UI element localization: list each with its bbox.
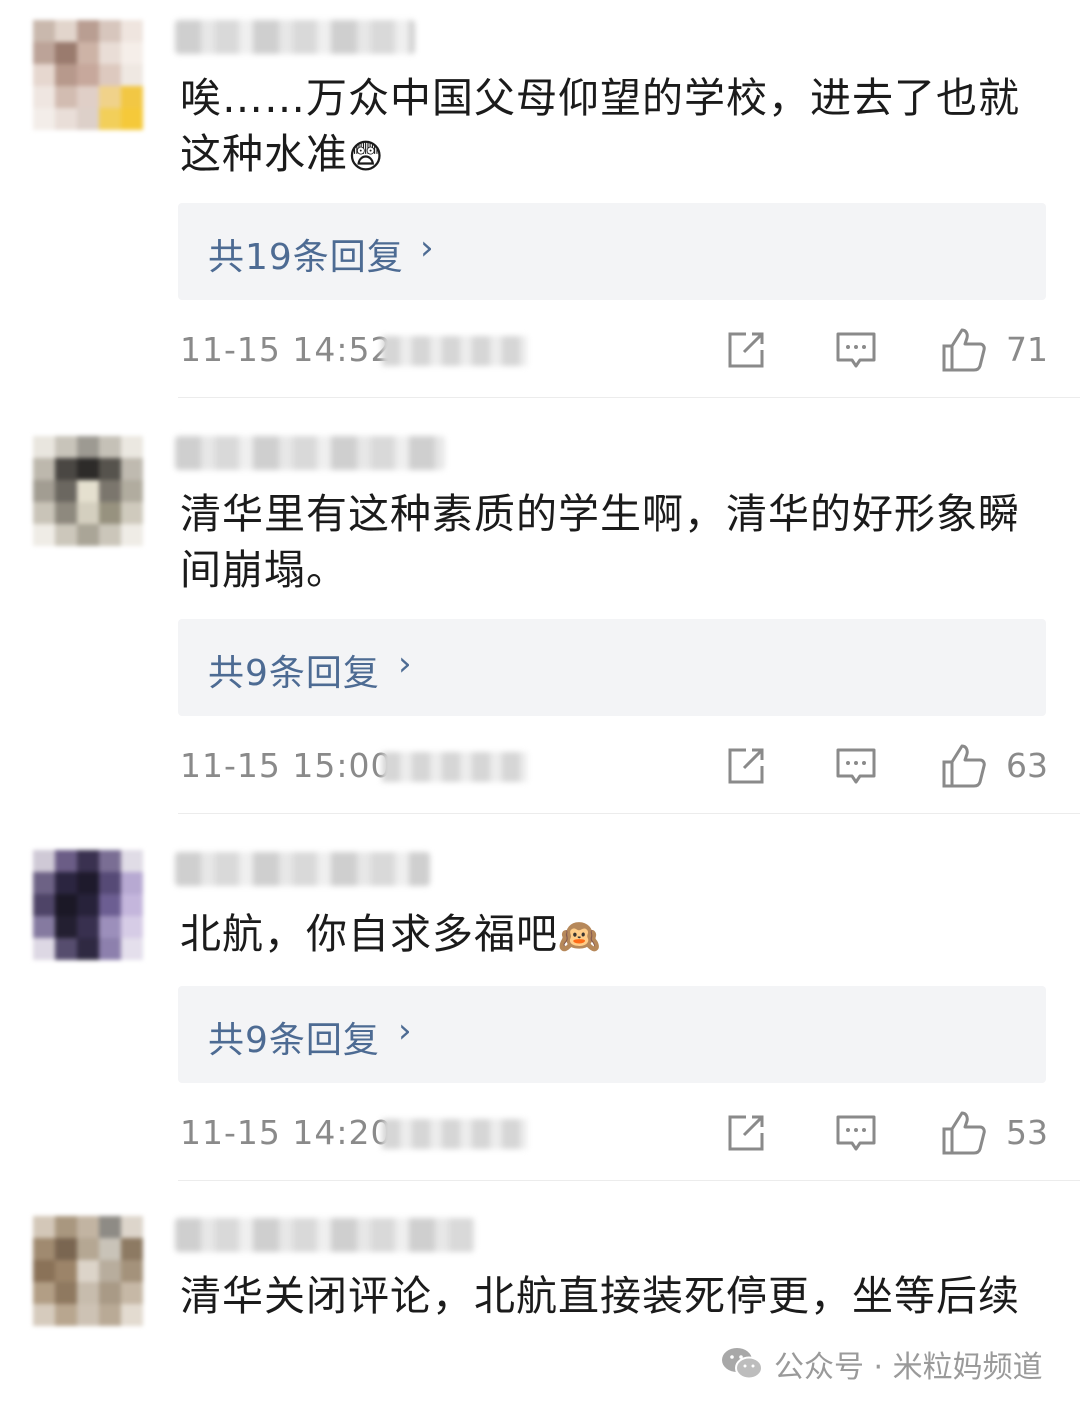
like-count: 63: [1006, 746, 1048, 785]
comment-text: 北航，你自求多福吧🙉: [180, 906, 1020, 965]
comment-meta: 11-15 14:52 71: [0, 326, 1080, 376]
location-blurred: [382, 752, 527, 782]
comment-body: 北航，你自求多福吧: [180, 910, 558, 958]
chevron-right-icon: ›: [420, 228, 434, 268]
location-blurred: [382, 336, 527, 366]
wechat-icon: [722, 1348, 763, 1380]
replies-link[interactable]: 共9条回复 ›: [178, 986, 1046, 1083]
share-icon[interactable]: [722, 742, 770, 790]
watermark-text: 公众号 · 米粒妈频道: [774, 1350, 1043, 1385]
comment-icon[interactable]: [832, 326, 880, 374]
replies-link[interactable]: 共19条回复 ›: [178, 203, 1046, 300]
avatar[interactable]: [33, 850, 143, 960]
share-icon[interactable]: [722, 1109, 770, 1157]
cold-sweat-emoji-icon: 😨: [348, 137, 385, 177]
username-blurred[interactable]: [175, 20, 415, 54]
timestamp: 11-15 14:20: [180, 1113, 393, 1152]
comment-meta: 11-15 15:00 63: [0, 742, 1080, 792]
comment-text: 唉……万众中国父母仰望的学校，进去了也就这种水准😨: [180, 70, 1020, 185]
hear-no-evil-monkey-emoji-icon: 🙉: [558, 917, 602, 957]
watermark: 公众号 · 米粒妈频道: [720, 1342, 1043, 1386]
comment-text: 清华关闭评论，北航直接装死停更，坐等后续: [180, 1268, 1020, 1324]
comment-body: 唉……万众中国父母仰望的学校，进去了也就这种水准: [180, 74, 1020, 178]
avatar[interactable]: [33, 1216, 143, 1326]
comment-body: 清华关闭评论，北航直接装死停更，坐等后续: [180, 1272, 1020, 1320]
thumbs-up-icon[interactable]: [940, 326, 988, 374]
replies-count-label: 共9条回复: [208, 653, 380, 694]
comment-meta: 11-15 14:20 53: [0, 1109, 1080, 1159]
replies-link[interactable]: 共9条回复 ›: [178, 619, 1046, 716]
timestamp: 11-15 14:52: [180, 330, 393, 369]
timestamp: 11-15 15:00: [180, 746, 393, 785]
share-icon[interactable]: [722, 326, 770, 374]
replies-count-label: 共9条回复: [208, 1020, 380, 1061]
username-blurred[interactable]: [175, 436, 445, 470]
divider: [178, 813, 1080, 814]
location-blurred: [382, 1119, 527, 1149]
divider: [178, 397, 1080, 398]
thumbs-up-icon[interactable]: [940, 1109, 988, 1157]
username-blurred[interactable]: [175, 1218, 475, 1252]
thumbs-up-icon[interactable]: [940, 742, 988, 790]
chevron-right-icon: ›: [398, 1011, 412, 1051]
comment-icon[interactable]: [832, 742, 880, 790]
comment-body: 清华里有这种素质的学生啊，清华的好形象瞬间崩塌。: [180, 490, 1020, 594]
avatar[interactable]: [33, 436, 143, 546]
like-count: 71: [1006, 330, 1048, 369]
chevron-right-icon: ›: [398, 644, 412, 684]
divider: [178, 1180, 1080, 1181]
avatar[interactable]: [33, 20, 143, 130]
username-blurred[interactable]: [175, 852, 430, 886]
comment-text: 清华里有这种素质的学生啊，清华的好形象瞬间崩塌。: [180, 486, 1020, 598]
comment-icon[interactable]: [832, 1109, 880, 1157]
replies-count-label: 共19条回复: [208, 237, 404, 278]
like-count: 53: [1006, 1113, 1048, 1152]
